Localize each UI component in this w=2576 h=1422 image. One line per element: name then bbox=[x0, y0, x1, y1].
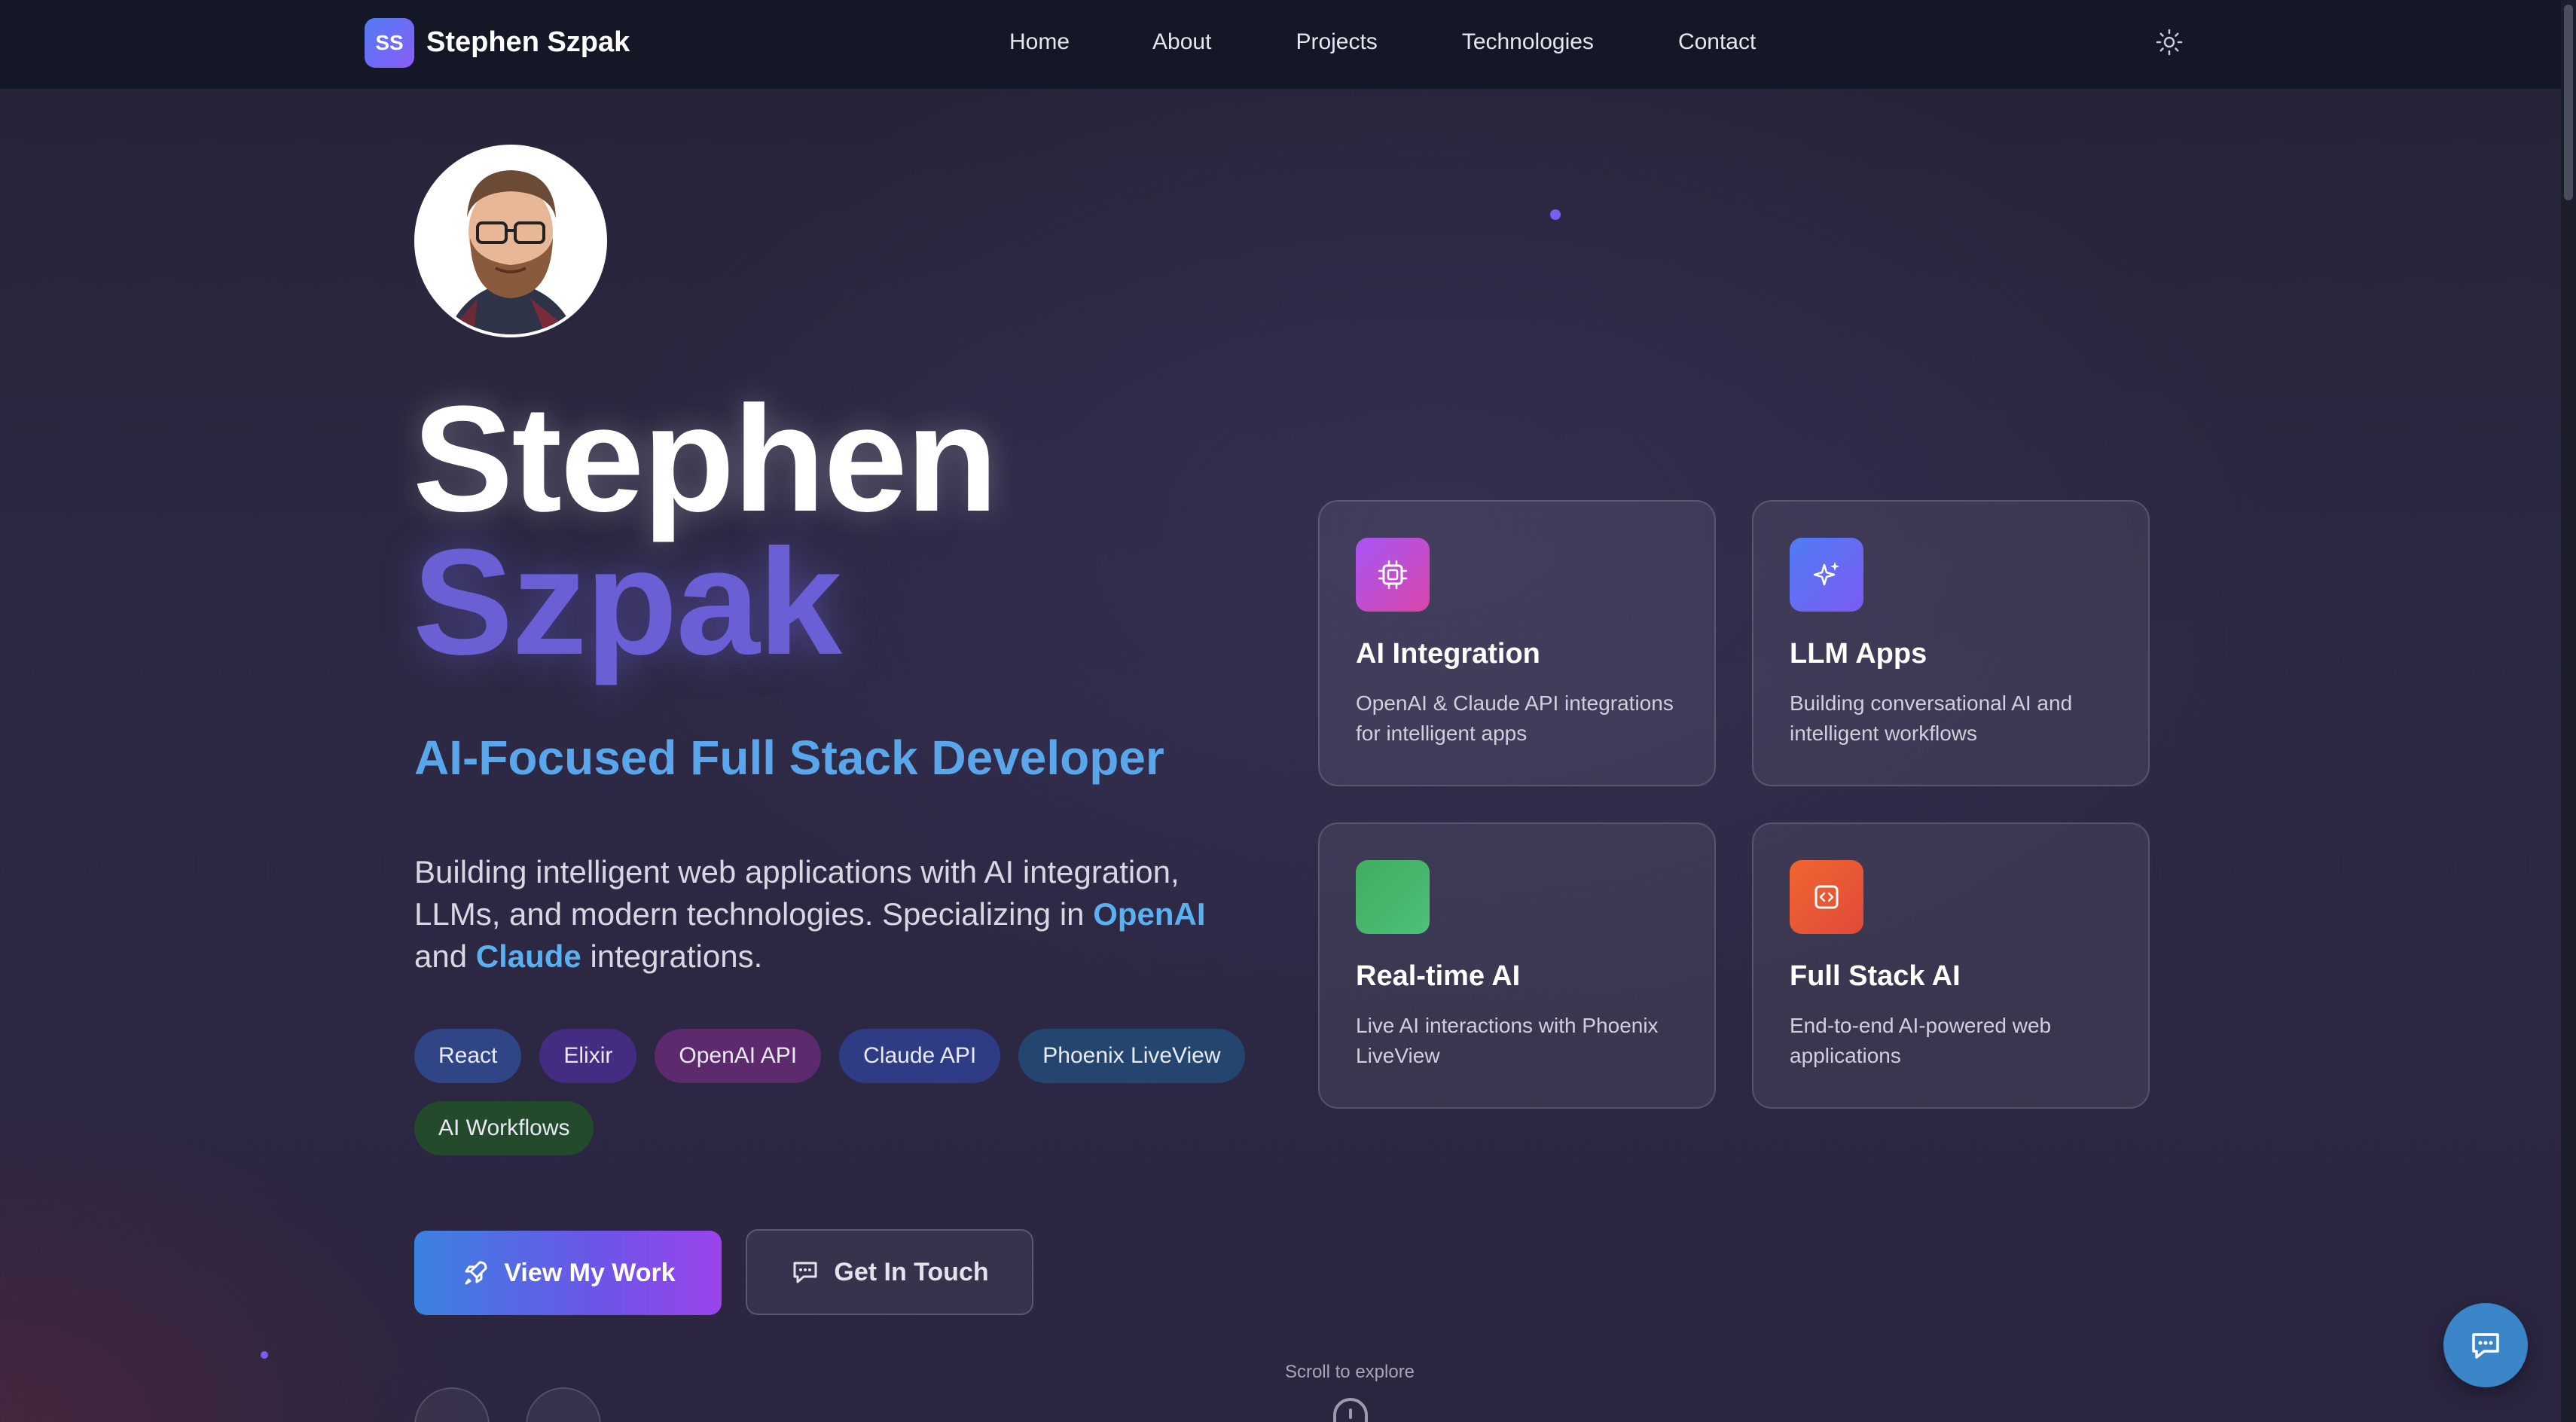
view-my-work-label: View My Work bbox=[504, 1258, 676, 1287]
feature-card-real-time-ai: Real-time AI Live AI interactions with P… bbox=[1318, 822, 1716, 1109]
hero-desc-text: and bbox=[414, 938, 476, 974]
logo-badge[interactable]: SS bbox=[365, 18, 414, 68]
tag-elixir[interactable]: Elixir bbox=[539, 1029, 637, 1083]
card-title: Real-time AI bbox=[1356, 960, 1521, 992]
nav-link-home[interactable]: Home bbox=[1009, 23, 1070, 62]
tag-ai-workflows[interactable]: AI Workflows bbox=[414, 1101, 594, 1155]
hero-desc-highlight-claude: Claude bbox=[475, 938, 581, 974]
view-my-work-button[interactable]: View My Work bbox=[414, 1231, 722, 1315]
decor-dot bbox=[261, 1351, 268, 1359]
hero-desc-highlight-openai: OpenAI bbox=[1093, 896, 1206, 932]
chat-button[interactable] bbox=[2443, 1303, 2528, 1387]
card-description: Building conversational AI and intellige… bbox=[1790, 691, 2073, 745]
hero-role: AI-Focused Full Stack Developer bbox=[414, 731, 1164, 785]
card-description: Live AI interactions with Phoenix LiveVi… bbox=[1356, 1014, 1659, 1067]
logo-name[interactable]: Stephen Szpak bbox=[426, 23, 630, 62]
chat-icon bbox=[2472, 1333, 2499, 1359]
card-description: OpenAI & Claude API integrations for int… bbox=[1356, 691, 1674, 745]
tag-claude-api[interactable]: Claude API bbox=[839, 1029, 1001, 1083]
hero-last-name: Szpak bbox=[413, 518, 842, 686]
scroll-hint: Scroll to explore bbox=[1284, 1362, 1415, 1382]
nav-link-projects[interactable]: Projects bbox=[1296, 23, 1377, 62]
scrollbar-track[interactable] bbox=[2561, 0, 2576, 1422]
scrollbar-thumb[interactable] bbox=[2564, 5, 2573, 200]
nav-link-about[interactable]: About bbox=[1152, 23, 1211, 62]
bolt-icon bbox=[1356, 860, 1430, 934]
rocket-icon bbox=[465, 1261, 487, 1285]
page: SS Stephen Szpak Home About Projects Tec… bbox=[0, 0, 2576, 1422]
sun-icon bbox=[2156, 29, 2183, 56]
avatar-portrait-image bbox=[417, 148, 604, 334]
tech-tags: React Elixir OpenAI API Claude API Phoen… bbox=[414, 1029, 1273, 1173]
sparkles-icon bbox=[1790, 538, 1863, 612]
tag-react[interactable]: React bbox=[414, 1029, 522, 1083]
hero-first-name: Stephen bbox=[413, 375, 998, 543]
nav-links: Home About Projects Technologies Contact bbox=[1009, 23, 1756, 62]
theme-toggle-button[interactable] bbox=[2154, 27, 2184, 57]
settings-link-button[interactable] bbox=[526, 1387, 601, 1422]
nav-link-contact[interactable]: Contact bbox=[1678, 23, 1756, 62]
card-description: End-to-end AI-powered web applications bbox=[1790, 1014, 2052, 1067]
feature-card-llm-apps: LLM Apps Building conversational AI and … bbox=[1752, 500, 2150, 786]
avatar bbox=[414, 145, 607, 337]
nav-link-technologies[interactable]: Technologies bbox=[1462, 23, 1594, 62]
hero-desc-text: integrations. bbox=[581, 938, 763, 974]
code-icon bbox=[1790, 860, 1863, 934]
get-in-touch-button[interactable]: Get In Touch bbox=[746, 1229, 1033, 1315]
decor-dot bbox=[1550, 209, 1561, 220]
code-link-button[interactable] bbox=[414, 1387, 490, 1422]
mouse-scroll-icon bbox=[1333, 1398, 1368, 1422]
hero-desc-text: Building intelligent web applications wi… bbox=[414, 854, 1180, 932]
card-title: LLM Apps bbox=[1790, 638, 1927, 670]
navbar: SS Stephen Szpak Home About Projects Tec… bbox=[0, 0, 2561, 90]
chip-icon bbox=[1356, 538, 1430, 612]
message-icon bbox=[793, 1262, 817, 1283]
card-title: AI Integration bbox=[1356, 638, 1540, 670]
get-in-touch-label: Get In Touch bbox=[834, 1257, 989, 1286]
tag-openai-api[interactable]: OpenAI API bbox=[655, 1029, 822, 1083]
feature-card-ai-integration: AI Integration OpenAI & Claude API integ… bbox=[1318, 500, 1716, 786]
tag-phoenix-liveview[interactable]: Phoenix LiveView bbox=[1018, 1029, 1245, 1083]
hero-description: Building intelligent web applications wi… bbox=[414, 851, 1265, 978]
card-title: Full Stack AI bbox=[1790, 960, 1961, 992]
feature-card-full-stack-ai: Full Stack AI End-to-end AI-powered web … bbox=[1752, 822, 2150, 1109]
